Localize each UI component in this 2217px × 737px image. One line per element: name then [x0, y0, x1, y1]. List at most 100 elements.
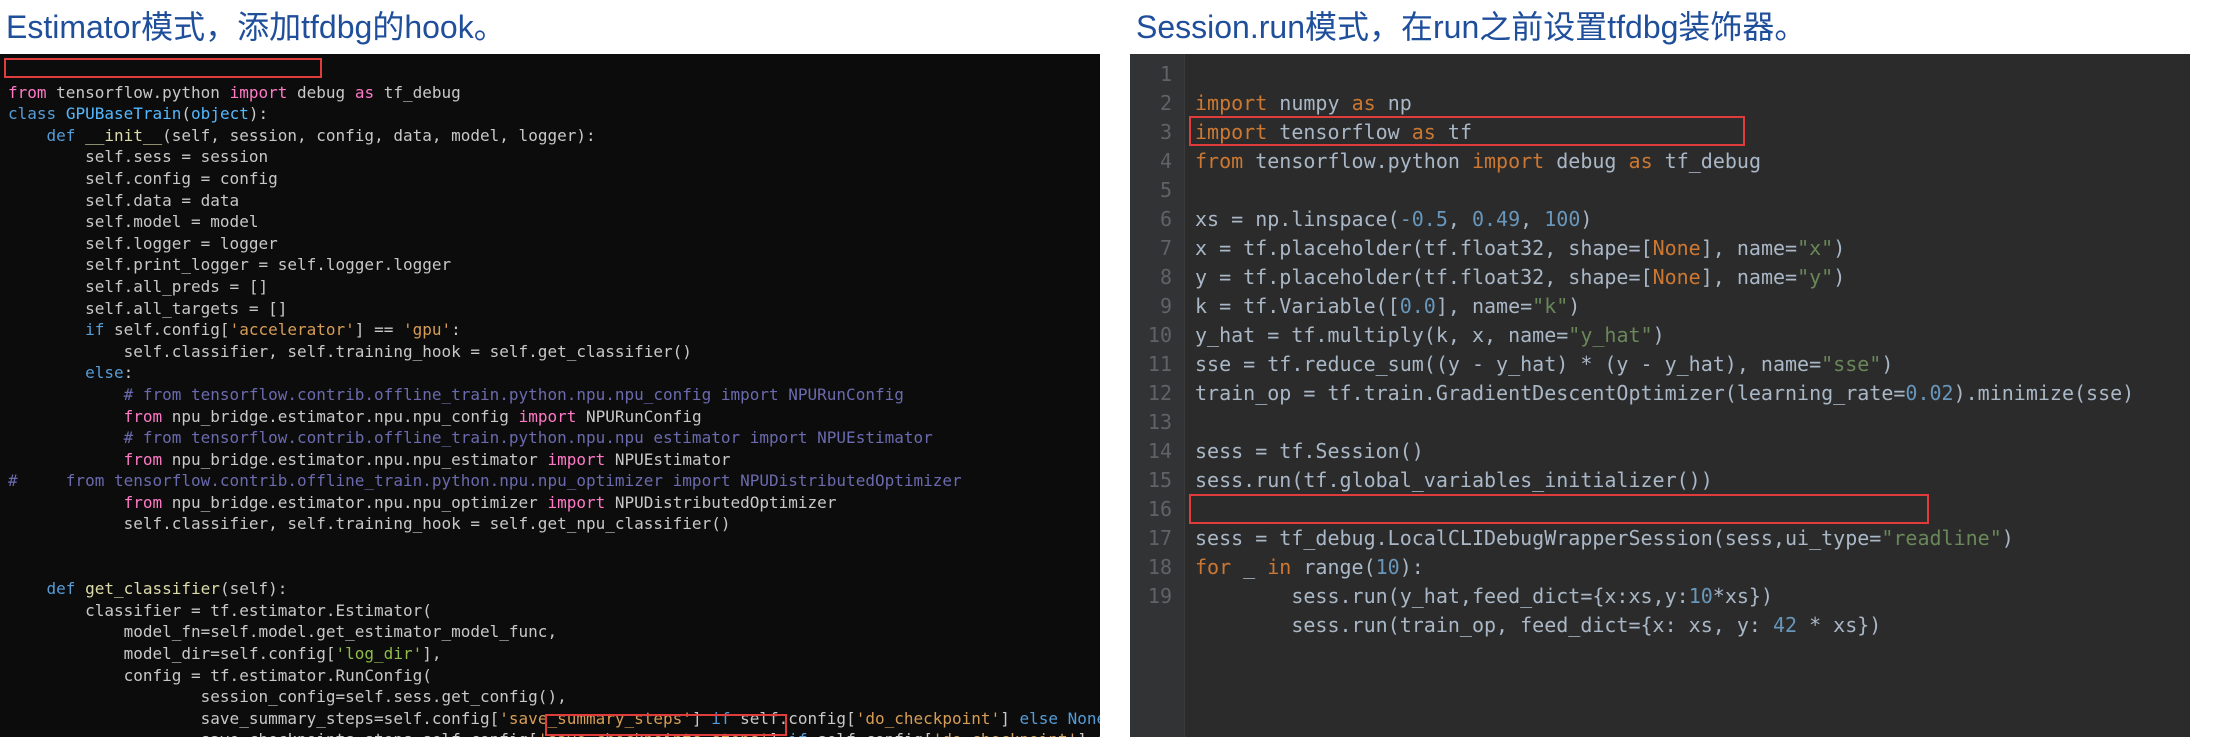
num: 0.49 — [1472, 207, 1520, 231]
comment: # from tensorflow.contrib.offline_train.… — [124, 428, 933, 447]
mod: npu_bridge.estimator.npu.npu_config — [172, 407, 509, 426]
kw-else: else — [1097, 730, 1100, 737]
str: 'do_checkpoint' — [933, 730, 1078, 737]
line: ], name= — [1701, 265, 1797, 289]
right-pane: Session.run模式，在run之前设置tfdbg装饰器。 1 2 3 4 … — [1130, 0, 2190, 737]
paren: ) — [1833, 265, 1845, 289]
line: self.model = model — [85, 212, 258, 231]
line: self.config = config — [85, 169, 278, 188]
num: 0.0 — [1400, 294, 1436, 318]
kw-from: from — [124, 493, 163, 512]
line: self.print_logger = self.logger.logger — [85, 255, 451, 274]
comment: # from tensorflow.contrib.offline_train.… — [8, 471, 962, 490]
str: "readline" — [1881, 526, 2001, 550]
str: 'gpu' — [403, 320, 451, 339]
line: self.classifier, self.training_hook = se… — [124, 514, 731, 533]
none: None — [1058, 709, 1100, 728]
alias: np — [1388, 91, 1412, 115]
str: "x" — [1797, 236, 1833, 260]
line: self.data = data — [85, 191, 239, 210]
mod: numpy — [1279, 91, 1339, 115]
num: 42 — [1773, 613, 1797, 637]
kw-else: else — [85, 363, 124, 382]
kw-from: from — [124, 407, 163, 426]
kw-from: from — [8, 83, 47, 102]
kw-import: import — [547, 493, 605, 512]
num: 10 — [1376, 555, 1400, 579]
line: sess.run(tf.global_variables_initializer… — [1195, 468, 1713, 492]
line: self.config[ — [808, 730, 933, 737]
line: ] — [1077, 730, 1096, 737]
line: model_fn=self.model.get_estimator_model_… — [124, 622, 557, 641]
class-name: GPUBaseTrain — [66, 104, 182, 123]
str: "y" — [1797, 265, 1833, 289]
lineno: 9 — [1146, 292, 1172, 321]
kw-from: from — [1195, 149, 1243, 173]
mod: npu_bridge.estimator.npu.npu_optimizer — [172, 493, 538, 512]
paren: ) — [1881, 352, 1893, 376]
line: range( — [1291, 555, 1375, 579]
line: sess = tf.Session() — [1195, 439, 1424, 463]
line: self.config[ — [730, 709, 855, 728]
line: *xs}) — [1713, 584, 1773, 608]
lineno: 10 — [1146, 321, 1172, 350]
cls: NPUDistributedOptimizer — [615, 493, 837, 512]
right-title: Session.run模式，在run之前设置tfdbg装饰器。 — [1130, 0, 2190, 54]
num: 10 — [1689, 584, 1713, 608]
paren: ) — [1653, 323, 1665, 347]
lineno: 12 — [1146, 379, 1172, 408]
left-pane: Estimator模式，添加tfdbg的hook。 from tensorflo… — [0, 0, 1100, 737]
params: (self, session, config, data, model, log… — [162, 126, 595, 145]
line: self.all_targets = [] — [85, 299, 287, 318]
line: self.classifier, self.training_hook = se… — [124, 342, 692, 361]
str: 'accelerator' — [230, 320, 355, 339]
kw-as: as — [1352, 91, 1376, 115]
line: sess.run(y_hat,feed_dict={x:xs,y: — [1291, 584, 1688, 608]
mod: tensorflow — [1279, 120, 1399, 144]
kw-import: import — [519, 407, 577, 426]
line: sess = tf_debug.LocalCLIDebugWrapperSess… — [1195, 526, 1881, 550]
kw-import: import — [230, 83, 288, 102]
base: object — [191, 104, 249, 123]
right-code-editor[interactable]: 1 2 3 4 5 6 7 8 9 10 11 12 13 14 15 16 1… — [1130, 54, 2190, 737]
line: x = tf.placeholder(tf.float32, shape=[ — [1195, 236, 1653, 260]
line: ], — [422, 644, 441, 663]
line: ] — [692, 709, 711, 728]
line: k = tf.Variable([ — [1195, 294, 1400, 318]
cls: NPURunConfig — [586, 407, 702, 426]
line: sse = tf.reduce_sum((y - y_hat) * (y - y… — [1195, 352, 1821, 376]
paren: ) — [2002, 526, 2014, 550]
lineno: 7 — [1146, 234, 1172, 263]
lineno: 8 — [1146, 263, 1172, 292]
line: train_op = tf.train.GradientDescentOptim… — [1195, 381, 1905, 405]
highlight-box-wrapper — [1189, 494, 1929, 524]
line: _ — [1231, 555, 1267, 579]
kw-import: import — [1195, 120, 1267, 144]
sub: debug — [1556, 149, 1616, 173]
lineno: 4 — [1146, 147, 1172, 176]
line: ): — [1400, 555, 1424, 579]
lineno: 14 — [1146, 437, 1172, 466]
line: y_hat = tf.multiply(k, x, name= — [1195, 323, 1568, 347]
kw-else: else — [1019, 709, 1058, 728]
kw-def: def — [47, 126, 76, 145]
line: ] — [1000, 709, 1019, 728]
kw-import: import — [1195, 91, 1267, 115]
line: session_config=self.sess.get_config(), — [201, 687, 567, 706]
line: self.logger = logger — [85, 234, 278, 253]
kw-from: from — [124, 450, 163, 469]
kw-if: if — [85, 320, 104, 339]
line: model_dir=self.config[ — [124, 644, 336, 663]
alias: tf_debug — [1665, 149, 1761, 173]
left-title: Estimator模式，添加tfdbg的hook。 — [0, 0, 1100, 54]
fn-name: get_classifier — [85, 579, 220, 598]
kw-as: as — [1629, 149, 1653, 173]
left-code-editor[interactable]: from tensorflow.python import debug as t… — [0, 54, 1100, 737]
comment: # from tensorflow.contrib.offline_train.… — [124, 385, 904, 404]
line: save_summary_steps=self.config[ — [201, 709, 500, 728]
line: ], name= — [1701, 236, 1797, 260]
none: None — [1653, 236, 1701, 260]
lineno: 3 — [1146, 118, 1172, 147]
num: -0.5 — [1400, 207, 1448, 231]
expr: self.config[ — [114, 320, 230, 339]
